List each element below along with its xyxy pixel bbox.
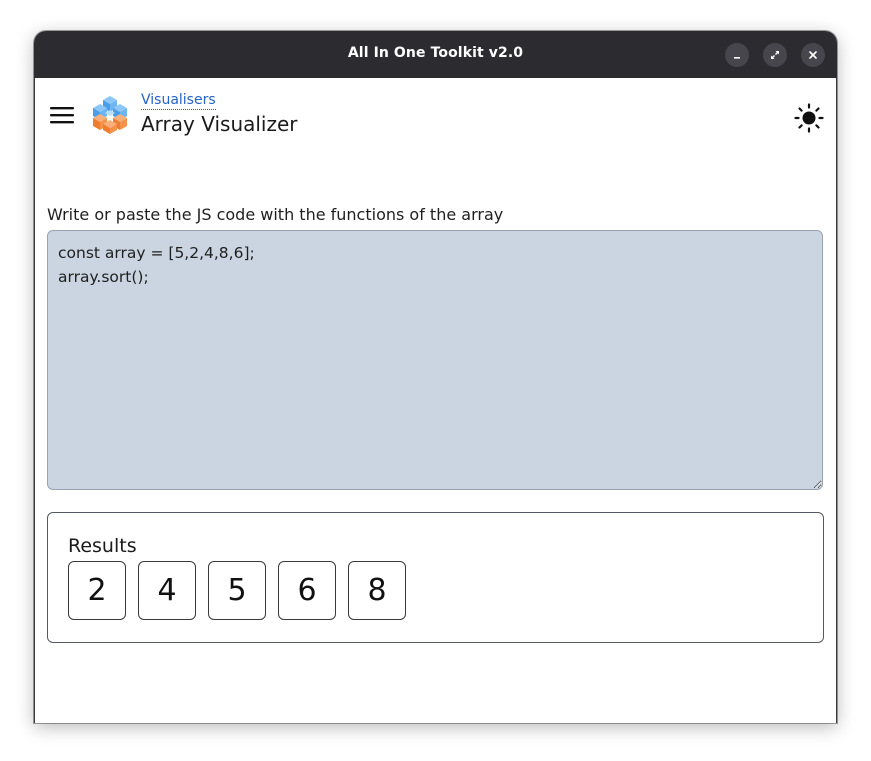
sun-icon bbox=[794, 103, 824, 133]
main-content: Visualisers Array Visualizer Write or pa… bbox=[34, 78, 837, 723]
results-panel: Results 2 4 5 6 8 bbox=[47, 512, 824, 643]
results-list: 2 4 5 6 8 bbox=[68, 561, 406, 620]
theme-toggle-button[interactable] bbox=[794, 103, 824, 133]
window-title: All In One Toolkit v2.0 bbox=[347, 45, 524, 61]
code-editor-label: Write or paste the JS code with the func… bbox=[47, 205, 504, 224]
app-logo bbox=[91, 94, 129, 134]
title-bar[interactable]: All In One Toolkit v2.0 bbox=[34, 31, 837, 78]
result-item: 8 bbox=[348, 561, 406, 620]
maximize-icon bbox=[771, 51, 779, 59]
maximize-button[interactable] bbox=[763, 43, 787, 67]
result-item: 4 bbox=[138, 561, 196, 620]
minimize-button[interactable] bbox=[725, 43, 749, 67]
result-item: 6 bbox=[278, 561, 336, 620]
result-item: 2 bbox=[68, 561, 126, 620]
close-button[interactable] bbox=[801, 43, 825, 67]
result-item: 5 bbox=[208, 561, 266, 620]
page-title: Array Visualizer bbox=[141, 112, 298, 136]
cube-cluster-logo bbox=[93, 96, 127, 134]
minimize-icon bbox=[734, 57, 740, 59]
code-editor-input[interactable] bbox=[47, 230, 823, 490]
app-window: All In One Toolkit v2.0 Visualisers Arra… bbox=[34, 31, 837, 723]
close-icon bbox=[809, 51, 817, 59]
breadcrumb-visualisers[interactable]: Visualisers bbox=[141, 92, 216, 110]
menu-button[interactable] bbox=[49, 105, 75, 125]
hamburger-menu-icon bbox=[50, 107, 74, 124]
results-title: Results bbox=[68, 535, 137, 557]
